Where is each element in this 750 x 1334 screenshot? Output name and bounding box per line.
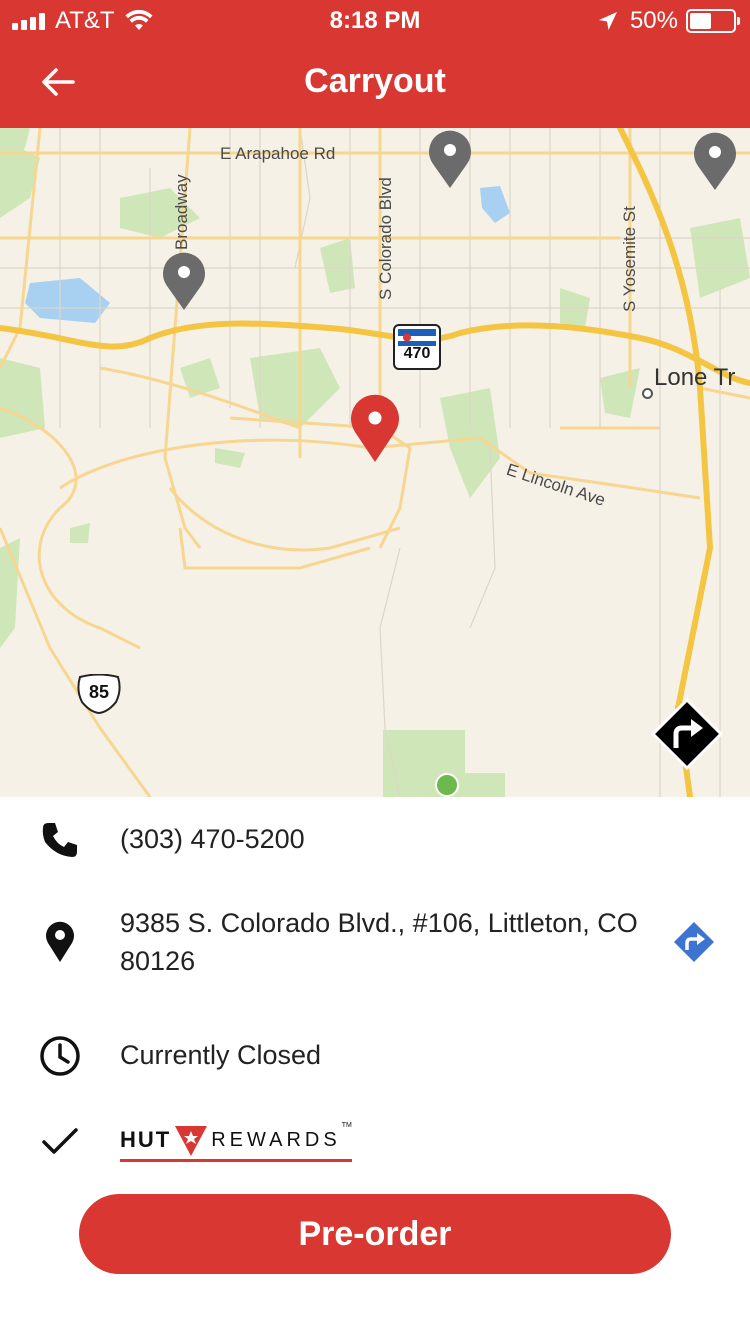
location-pin-icon: [36, 918, 84, 966]
address-row: 9385 S. Colorado Blvd., #106, Littleton,…: [0, 902, 750, 982]
address-directions-button[interactable]: [670, 918, 718, 966]
battery-icon: [686, 9, 740, 33]
directions-icon: [650, 697, 724, 771]
status-bar: AT&T 8:18 PM 50%: [0, 0, 750, 40]
pizza-slice-icon: [175, 1126, 208, 1156]
park-icon: [435, 773, 459, 797]
battery-fill: [690, 13, 711, 29]
map-pin-selected-icon: [351, 394, 399, 462]
map-pin-icon: [694, 132, 736, 190]
phone-row[interactable]: (303) 470-5200: [0, 816, 750, 864]
battery-percent: 50%: [629, 7, 678, 34]
us-85-number: 85: [88, 682, 110, 702]
header-bar: AT&T 8:18 PM 50% Carryout: [0, 0, 750, 128]
rewards-row: HUT REWARDS TM: [0, 1122, 750, 1162]
store-address: 9385 S. Colorado Blvd., #106, Littleton,…: [120, 908, 638, 976]
us-85-shield: 85: [76, 673, 122, 719]
map-pin-icon: [163, 252, 205, 310]
directions-blue-icon: [674, 922, 714, 962]
rewards-word-rewards: REWARDS: [211, 1128, 341, 1151]
street-label-colorado-blvd: S Colorado Blvd: [376, 177, 395, 300]
store-map[interactable]: E Arapahoe Rd Broadway S Colorado Blvd S…: [0, 128, 750, 797]
nav-bar: Carryout: [0, 40, 750, 128]
street-label-yosemite: S Yosemite St: [620, 206, 639, 312]
street-label-broadway: Broadway: [172, 174, 191, 250]
store-pin-2[interactable]: [692, 132, 738, 197]
store-phone[interactable]: (303) 470-5200: [120, 820, 305, 858]
hours-row: Currently Closed: [0, 1032, 750, 1080]
directions-button[interactable]: [650, 697, 724, 771]
phone-icon: [36, 816, 84, 864]
map-pin-icon: [429, 130, 471, 188]
page-title: Carryout: [304, 62, 446, 100]
clock-icon: [36, 1032, 84, 1080]
interstate-470-number: 470: [403, 345, 431, 362]
location-arrow-icon: [598, 12, 617, 30]
status-right: 50%: [598, 7, 740, 35]
check-icon: [36, 1118, 84, 1166]
rewards-word-hut: HUT: [120, 1127, 172, 1152]
place-label-lone-tree: Lone Tr: [654, 364, 736, 391]
store-pin-3[interactable]: [161, 252, 207, 317]
place-dot: [642, 388, 653, 399]
selected-store-pin[interactable]: [349, 394, 401, 469]
preorder-button[interactable]: Pre-order: [79, 1194, 671, 1274]
street-label-arapahoe: E Arapahoe Rd: [220, 144, 336, 163]
interstate-470-shield: 470: [393, 324, 441, 375]
rewards-trademark: TM: [341, 1122, 352, 1129]
store-pin-1[interactable]: [427, 130, 473, 195]
hut-rewards-logo: HUT REWARDS TM: [120, 1122, 352, 1162]
hours-status: Currently Closed: [120, 1040, 322, 1070]
